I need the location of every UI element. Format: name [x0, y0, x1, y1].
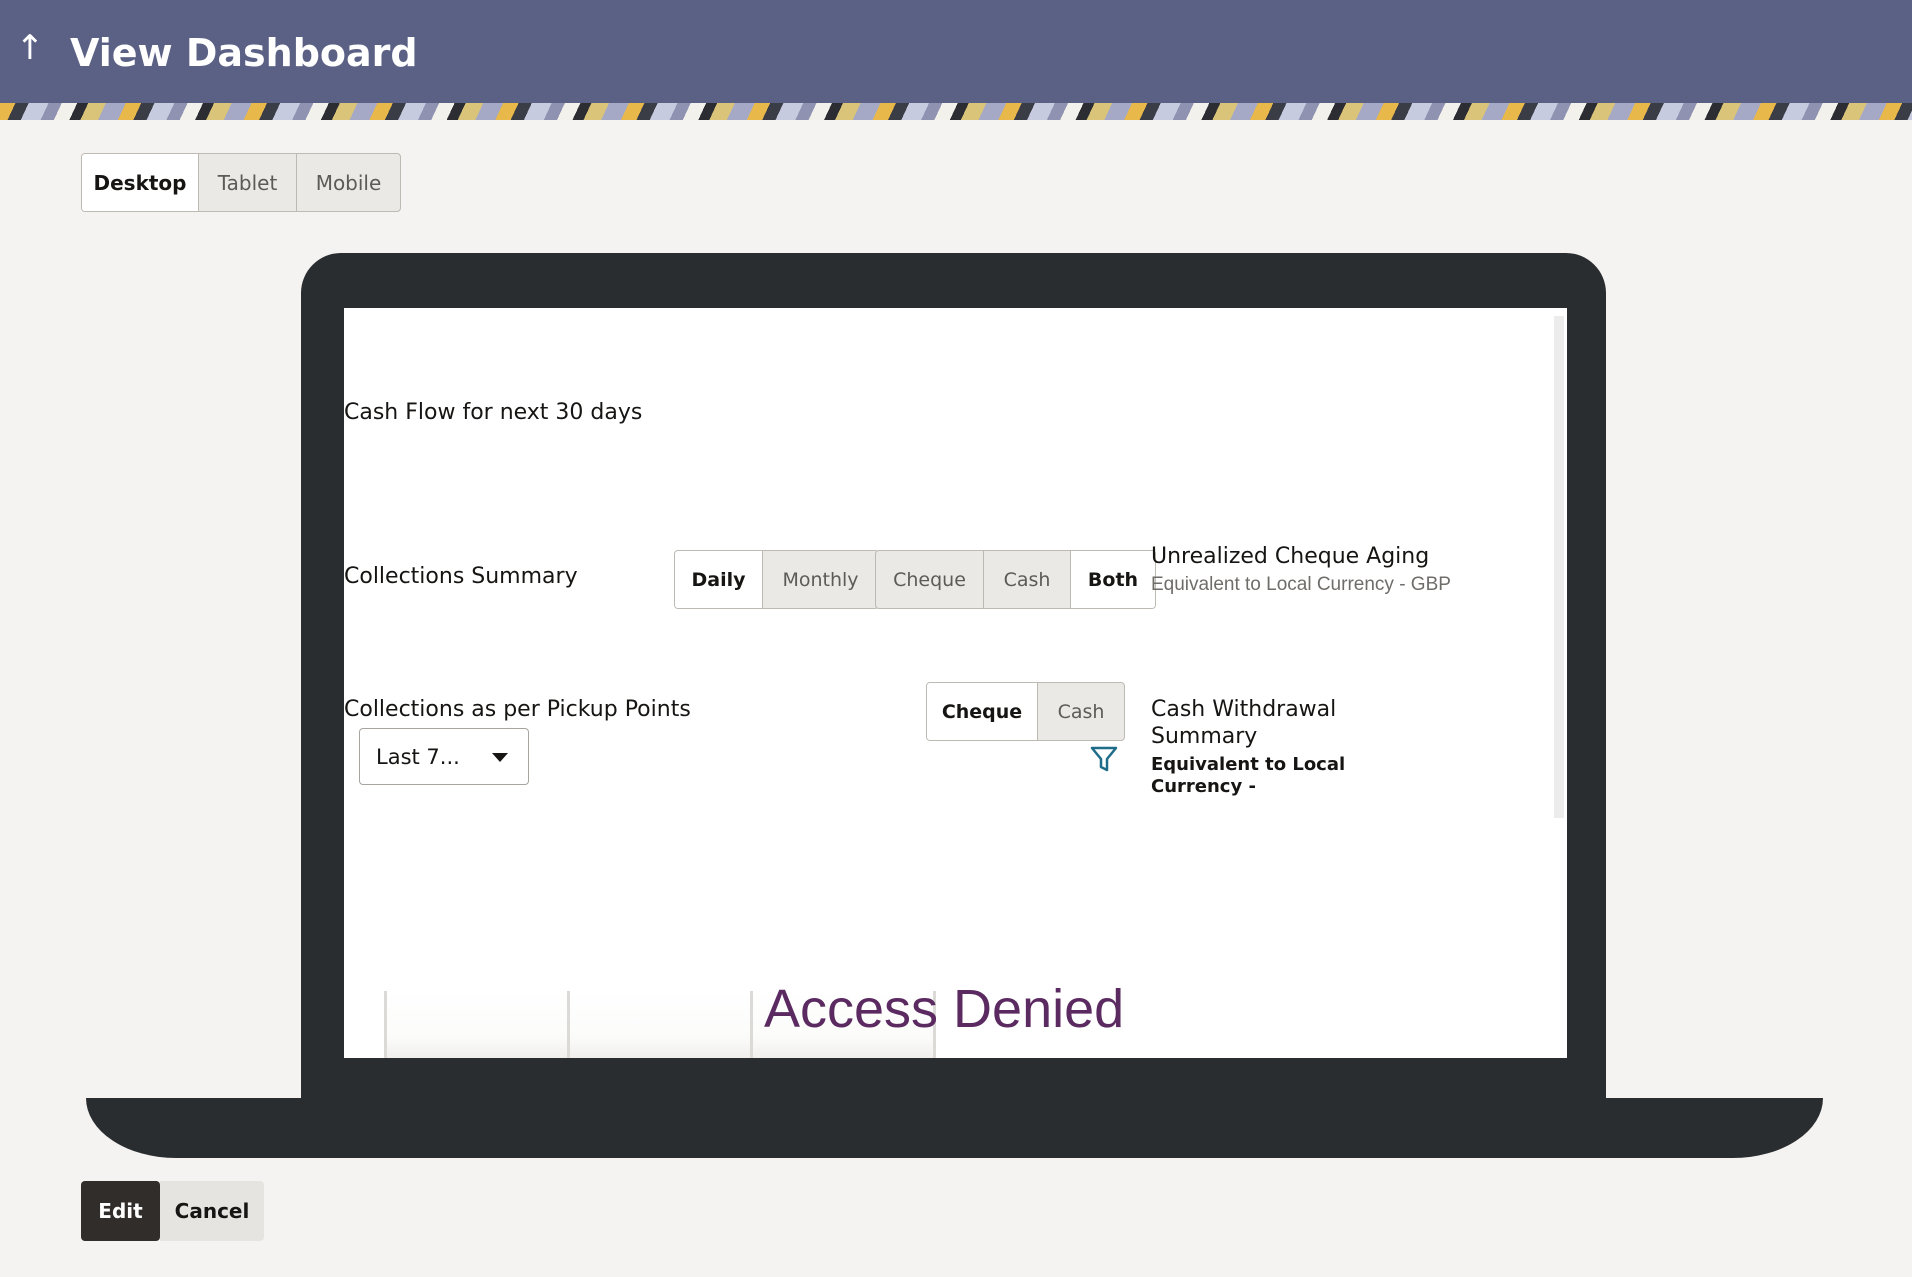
tab-mobile[interactable]: Mobile	[297, 154, 400, 211]
pickup-type-toggle: Cheque Cash	[926, 682, 1125, 741]
period-dropdown-value: Last 7...	[376, 744, 460, 769]
toggle-pickup-cash[interactable]: Cash	[1038, 683, 1124, 740]
unrealized-cheque-subtitle: Equivalent to Local Currency - GBP	[1151, 574, 1451, 595]
toggle-monthly[interactable]: Monthly	[763, 551, 878, 608]
toggle-cash[interactable]: Cash	[984, 551, 1071, 608]
toggle-pickup-cheque[interactable]: Cheque	[927, 683, 1038, 740]
cash-withdrawal-currency-line1: Equivalent to Local	[1151, 754, 1346, 775]
device-switcher: Desktop Tablet Mobile	[81, 153, 401, 212]
arrow-up-icon[interactable]: ↑	[15, 28, 45, 68]
cash-withdrawal-title-line1: Cash Withdrawal	[1151, 697, 1337, 722]
toggle-cheque[interactable]: Cheque	[876, 551, 984, 608]
table-column	[567, 991, 750, 1058]
toggle-both[interactable]: Both	[1071, 551, 1155, 608]
unrealized-cheque-title: Unrealized Cheque Aging	[1151, 544, 1430, 569]
period-dropdown[interactable]: Last 7...	[359, 728, 529, 785]
cash-withdrawal-title-line2: Summary	[1151, 724, 1258, 749]
toggle-daily[interactable]: Daily	[675, 551, 763, 608]
collections-summary-title: Collections Summary	[344, 564, 578, 589]
cancel-button[interactable]: Cancel	[160, 1181, 264, 1241]
tab-tablet[interactable]: Tablet	[199, 154, 297, 211]
header-decorative-band	[0, 103, 1912, 120]
laptop-base	[86, 1098, 1823, 1158]
cash-withdrawal-currency-line2: Currency -	[1151, 776, 1256, 797]
page-header: ↑ View Dashboard	[0, 0, 1912, 103]
preview-scrollbar[interactable]	[1554, 316, 1564, 818]
access-denied-message: Access Denied	[764, 979, 1125, 1039]
table-column	[384, 991, 567, 1058]
collections-type-toggle: Cheque Cash Both	[875, 550, 1156, 609]
collections-period-toggle: Daily Monthly	[674, 550, 879, 609]
chevron-down-icon	[492, 753, 508, 762]
page-title: View Dashboard	[70, 31, 418, 75]
edit-button[interactable]: Edit	[81, 1181, 160, 1241]
pickup-points-title: Collections as per Pickup Points	[344, 697, 691, 722]
cash-flow-title: Cash Flow for next 30 days	[344, 400, 643, 425]
tab-desktop[interactable]: Desktop	[82, 154, 199, 211]
filter-icon[interactable]	[1090, 745, 1118, 773]
dashboard-preview-screen: Cash Flow for next 30 days Collections S…	[344, 308, 1567, 1058]
